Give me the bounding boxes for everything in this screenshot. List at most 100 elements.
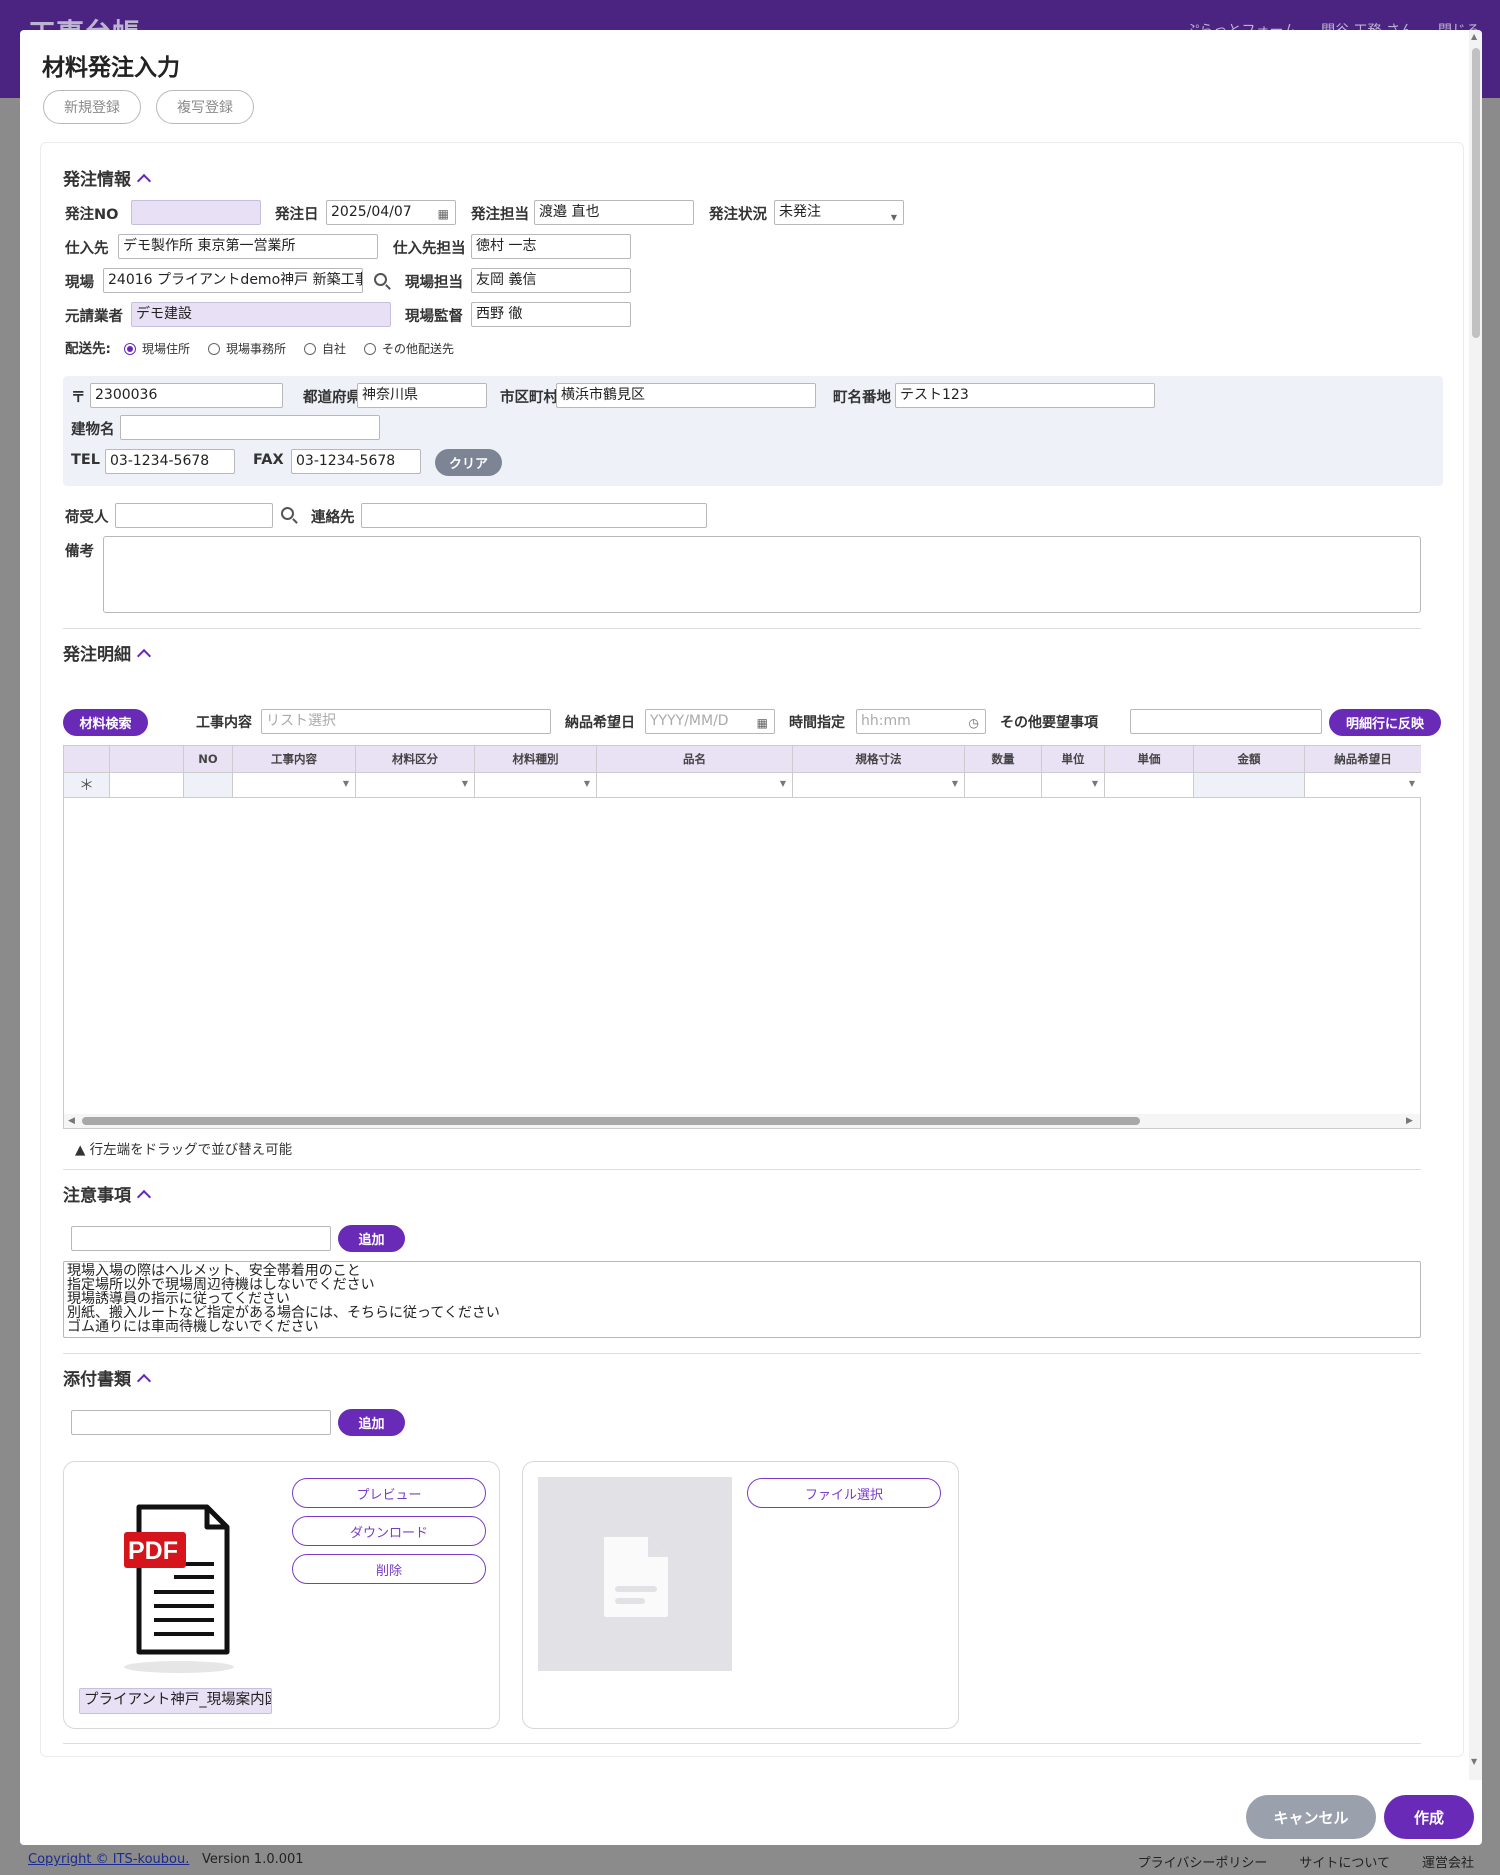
grid-cell-unit-price[interactable] xyxy=(1105,773,1194,798)
pref-field[interactable]: 神奈川県 xyxy=(357,383,487,408)
tel-field[interactable]: 03-1234-5678 xyxy=(105,449,235,474)
copyright-link[interactable]: Copyright © ITS-koubou. xyxy=(28,1852,189,1867)
receiver-field[interactable] xyxy=(115,503,273,528)
privacy-link[interactable]: プライバシーポリシー xyxy=(1138,1852,1268,1871)
work-select[interactable]: リスト選択 xyxy=(261,709,551,734)
pdf-thumbnail[interactable]: PDF xyxy=(84,1482,259,1677)
contractor-field[interactable]: デモ建設 xyxy=(131,302,391,327)
create-button[interactable]: 作成 xyxy=(1384,1795,1474,1839)
attachment-name-input[interactable] xyxy=(71,1410,331,1435)
table-row-new[interactable]: ＊ xyxy=(64,773,1421,798)
cautions-textarea[interactable]: 現場入場の際はヘルメット、安全帯着用のこと 指定場所以外で現場周辺待機はしないで… xyxy=(63,1261,1421,1338)
grid-h-scrollbar[interactable]: ◀ ▶ xyxy=(64,1114,1420,1128)
calendar-icon[interactable]: ▦ xyxy=(438,205,449,224)
building-field[interactable] xyxy=(120,415,380,440)
col-spec[interactable]: 規格寸法 xyxy=(793,746,965,773)
radio-icon[interactable] xyxy=(364,342,377,355)
grid-scroll-thumb[interactable] xyxy=(82,1117,1140,1125)
site-search-icon[interactable] xyxy=(374,273,387,286)
details-title[interactable]: 発注明細 xyxy=(63,640,152,665)
col-amount[interactable]: 金額 xyxy=(1194,746,1305,773)
grid-cell-delivery-date[interactable] xyxy=(1305,773,1421,798)
col-item-name[interactable]: 品名 xyxy=(597,746,793,773)
order-staff-field[interactable]: 渡邉 直也 xyxy=(534,200,694,225)
scroll-up-icon[interactable]: ▲ xyxy=(1471,32,1477,41)
radio-selected-icon[interactable] xyxy=(124,342,136,355)
order-no-field[interactable] xyxy=(131,200,261,225)
delivery-option-office[interactable]: 現場事務所 xyxy=(208,340,286,357)
attachments-title[interactable]: 添付書類 xyxy=(63,1365,152,1390)
street-field[interactable]: テスト123 xyxy=(895,383,1155,408)
collapse-caret-icon[interactable] xyxy=(136,1189,152,1204)
time-field[interactable]: hh:mm ◷ xyxy=(856,709,986,734)
grid-cell-material-class[interactable] xyxy=(356,773,475,798)
contact-field[interactable] xyxy=(361,503,707,528)
grid-cell-qty[interactable] xyxy=(965,773,1042,798)
scroll-left-icon[interactable]: ◀ xyxy=(68,1116,75,1126)
radio-icon[interactable] xyxy=(304,342,317,355)
attachment-add-button[interactable]: 追加 xyxy=(338,1409,405,1436)
site-supervisor-field[interactable]: 西野 徹 xyxy=(471,302,631,327)
grid-cell-item-name[interactable] xyxy=(597,773,793,798)
caution-input[interactable] xyxy=(71,1226,331,1251)
collapse-caret-icon[interactable] xyxy=(136,648,152,663)
col-delivery-date[interactable]: 納品希望日 xyxy=(1305,746,1421,773)
remarks-textarea[interactable] xyxy=(103,536,1421,613)
fax-field[interactable]: 03-1234-5678 xyxy=(291,449,421,474)
grid-cell-spec[interactable] xyxy=(793,773,965,798)
grid-cell-unit[interactable] xyxy=(1042,773,1105,798)
collapse-caret-icon[interactable] xyxy=(136,1373,152,1388)
select-file-button[interactable]: ファイル選択 xyxy=(747,1478,941,1508)
grid-cell-material-type[interactable] xyxy=(475,773,597,798)
grid-cell-work[interactable] xyxy=(233,773,356,798)
material-search-button[interactable]: 材料検索 xyxy=(63,709,148,736)
scroll-right-icon[interactable]: ▶ xyxy=(1406,1116,1413,1126)
modal-scrollbar[interactable]: ▲ ▼ xyxy=(1469,30,1482,1780)
delivery-option-site[interactable]: 現場住所 xyxy=(124,340,190,357)
site-staff-field[interactable]: 友岡 義信 xyxy=(471,268,631,293)
city-field[interactable]: 横浜市鶴見区 xyxy=(556,383,816,408)
receiver-search-icon[interactable] xyxy=(281,507,294,520)
company-link[interactable]: 運営会社 xyxy=(1422,1852,1474,1871)
col-qty[interactable]: 数量 xyxy=(965,746,1042,773)
cancel-button[interactable]: キャンセル xyxy=(1246,1795,1376,1839)
col-unit[interactable]: 単位 xyxy=(1042,746,1105,773)
delivery-date-field[interactable]: YYYY/MM/D ▦ xyxy=(645,709,775,734)
preview-button[interactable]: プレビュー xyxy=(292,1478,486,1508)
new-row-marker[interactable]: ＊ xyxy=(64,773,110,798)
scroll-down-icon[interactable]: ▼ xyxy=(1471,1757,1477,1766)
calendar-icon[interactable]: ▦ xyxy=(757,714,768,733)
caution-line: 指定場所以外で現場周辺待機はしないでください xyxy=(67,1277,375,1293)
about-link[interactable]: サイトについて xyxy=(1299,1852,1390,1871)
caution-add-button[interactable]: 追加 xyxy=(338,1225,405,1252)
zip-field[interactable]: 2300036 xyxy=(90,383,283,408)
delivery-option-company[interactable]: 自社 xyxy=(304,340,346,357)
order-date-field[interactable]: 2025/04/07 ▦ xyxy=(326,200,456,225)
delete-button[interactable]: 削除 xyxy=(292,1554,486,1584)
reflect-rows-button[interactable]: 明細行に反映 xyxy=(1329,709,1441,736)
collapse-caret-icon[interactable] xyxy=(136,173,152,188)
delivery-option-other[interactable]: その他配送先 xyxy=(364,340,454,357)
modal-scroll-thumb[interactable] xyxy=(1472,48,1480,338)
supplier-field[interactable]: デモ製作所 東京第一営業所 xyxy=(118,234,378,259)
order-info-title[interactable]: 発注情報 xyxy=(63,165,152,190)
col-material-class[interactable]: 材料区分 xyxy=(356,746,475,773)
col-no[interactable]: NO xyxy=(184,746,233,773)
site-field[interactable]: 24016 プライアントdemo神戸 新築工事 xyxy=(103,268,363,293)
clock-icon[interactable]: ◷ xyxy=(969,714,979,733)
col-material-type[interactable]: 材料種別 xyxy=(475,746,597,773)
cautions-title[interactable]: 注意事項 xyxy=(63,1181,152,1206)
new-register-button[interactable]: 新規登録 xyxy=(43,90,141,124)
col-unit-price[interactable]: 単価 xyxy=(1105,746,1194,773)
radio-icon[interactable] xyxy=(208,342,221,355)
grid-cell[interactable] xyxy=(110,773,184,798)
copy-register-button[interactable]: 複写登録 xyxy=(156,90,254,124)
empty-file-preview[interactable] xyxy=(538,1477,732,1671)
attachment-filename-field[interactable]: プライアント神戸_現場案内図 xyxy=(79,1688,272,1714)
order-status-select[interactable]: 未発注 ▼ xyxy=(774,200,904,225)
supplier-staff-field[interactable]: 徳村 一志 xyxy=(471,234,631,259)
download-button[interactable]: ダウンロード xyxy=(292,1516,486,1546)
other-request-field[interactable] xyxy=(1130,709,1322,734)
clear-button[interactable]: クリア xyxy=(435,449,502,476)
col-work[interactable]: 工事内容 xyxy=(233,746,356,773)
